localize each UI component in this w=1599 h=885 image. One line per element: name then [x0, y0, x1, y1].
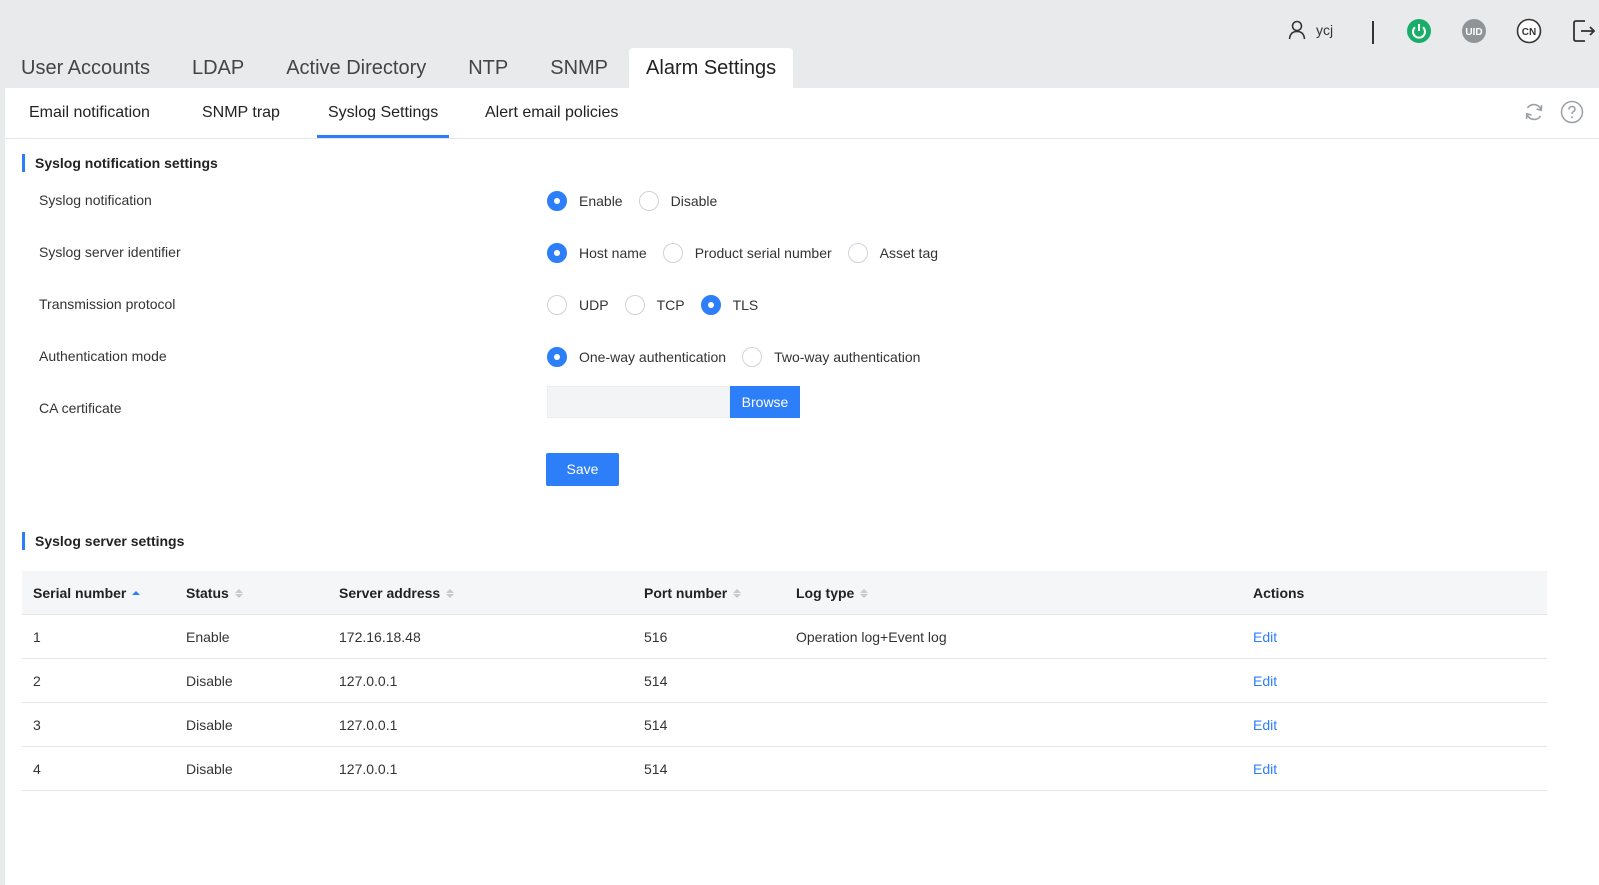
- power-icon[interactable]: [1406, 18, 1432, 44]
- cell-address: 127.0.0.1: [339, 717, 398, 733]
- tab-alarm-settings[interactable]: Alarm Settings: [629, 48, 794, 88]
- user-menu[interactable]: ycj: [1288, 20, 1333, 40]
- radio-dot: [847, 243, 868, 263]
- tab-snmp[interactable]: SNMP: [529, 48, 629, 88]
- server-section-title: Syslog server settings: [22, 532, 184, 550]
- edit-link[interactable]: Edit: [1253, 659, 1277, 703]
- col-log-type[interactable]: Log type: [796, 571, 869, 615]
- syslog-server-table: Serial number Status Server address Port…: [22, 571, 1547, 791]
- edit-link[interactable]: Edit: [1253, 615, 1277, 659]
- radio-two-way-authentication[interactable]: Two-way authentication: [742, 347, 920, 367]
- sort-icon[interactable]: [132, 591, 141, 595]
- subtab-alert-email-policies[interactable]: Alert email policies: [485, 88, 618, 138]
- tab-ldap[interactable]: LDAP: [171, 48, 265, 88]
- notification-section-title: Syslog notification settings: [22, 154, 218, 172]
- svg-text:UID: UID: [1465, 27, 1482, 38]
- tab-active-directory[interactable]: Active Directory: [265, 48, 447, 88]
- top-bar: ycj UID CN: [0, 0, 1599, 48]
- radio-one-way-authentication[interactable]: One-way authentication: [547, 347, 726, 367]
- refresh-icon[interactable]: [1522, 100, 1546, 124]
- radio-dot: [547, 243, 567, 263]
- radio-tls[interactable]: TLS: [700, 295, 758, 315]
- user-icon: [1288, 20, 1306, 40]
- radio-dot: [742, 347, 763, 367]
- cell-port: 514: [644, 673, 668, 689]
- ca-certificate-label: CA certificate: [39, 400, 122, 416]
- transmission-protocol-label: Transmission protocol: [39, 296, 176, 312]
- table-row: 4 Disable 127.0.0.1 514 Edit: [22, 747, 1547, 791]
- radio-dot: [547, 295, 567, 315]
- syslog-notification-radio-group: Enable Disable: [547, 191, 733, 211]
- syslog-notification-label: Syslog notification: [39, 192, 152, 208]
- uid-icon[interactable]: UID: [1461, 18, 1487, 44]
- cell-serial: 4: [33, 761, 41, 777]
- logout-icon[interactable]: [1570, 18, 1596, 44]
- radio-udp[interactable]: UDP: [547, 295, 609, 315]
- table-row: 3 Disable 127.0.0.1 514 Edit: [22, 703, 1547, 747]
- sub-tabs: Email notification SNMP trap Syslog Sett…: [5, 88, 1599, 139]
- cell-serial: 2: [33, 673, 41, 689]
- cell-serial: 1: [33, 629, 41, 645]
- cell-status: Disable: [186, 717, 233, 733]
- cell-log-type: Operation log+Event log: [796, 629, 947, 645]
- radio-dot: [662, 243, 683, 263]
- tab-user-accounts[interactable]: User Accounts: [0, 48, 171, 88]
- radio-host-name[interactable]: Host name: [547, 243, 647, 263]
- username: ycj: [1316, 22, 1334, 38]
- radio-asset-tag[interactable]: Asset tag: [847, 243, 938, 263]
- browse-button[interactable]: Browse: [730, 386, 800, 418]
- cell-port: 516: [644, 629, 668, 645]
- table-row: 2 Disable 127.0.0.1 514 Edit: [22, 659, 1547, 703]
- col-actions: Actions: [1253, 585, 1305, 601]
- subtab-email-notification[interactable]: Email notification: [29, 88, 150, 138]
- col-port-number[interactable]: Port number: [644, 571, 742, 615]
- radio-dot: [624, 295, 645, 315]
- main-tabs: User Accounts LDAP Active Directory NTP …: [0, 48, 794, 88]
- subtab-syslog-settings[interactable]: Syslog Settings: [317, 88, 450, 138]
- sort-icon[interactable]: [860, 588, 869, 598]
- radio-dot: [638, 191, 659, 211]
- radio-enable[interactable]: Enable: [547, 191, 623, 211]
- ca-certificate-input[interactable]: [547, 386, 730, 418]
- edit-link[interactable]: Edit: [1253, 747, 1277, 791]
- col-serial-number[interactable]: Serial number: [33, 571, 141, 615]
- svg-text:CN: CN: [1522, 27, 1536, 38]
- table-header: Serial number Status Server address Port…: [22, 571, 1547, 615]
- cell-status: Disable: [186, 761, 233, 777]
- radio-product-serial-number[interactable]: Product serial number: [662, 243, 832, 263]
- cell-serial: 3: [33, 717, 41, 733]
- cell-status: Enable: [186, 629, 230, 645]
- table-row: 1 Enable 172.16.18.48 516 Operation log+…: [22, 615, 1547, 659]
- divider: [1372, 21, 1374, 44]
- cell-status: Disable: [186, 673, 233, 689]
- help-icon[interactable]: [1560, 100, 1584, 124]
- subtab-snmp-trap[interactable]: SNMP trap: [202, 88, 280, 138]
- transmission-protocol-radio-group: UDP TCP TLS: [547, 295, 774, 315]
- cell-address: 127.0.0.1: [339, 761, 398, 777]
- cell-address: 172.16.18.48: [339, 629, 421, 645]
- sort-icon[interactable]: [234, 588, 243, 598]
- col-status[interactable]: Status: [186, 571, 243, 615]
- radio-tcp[interactable]: TCP: [624, 295, 685, 315]
- edit-link[interactable]: Edit: [1253, 703, 1277, 747]
- authentication-mode-label: Authentication mode: [39, 348, 167, 364]
- radio-dot: [547, 347, 567, 367]
- tab-ntp[interactable]: NTP: [447, 48, 529, 88]
- save-button[interactable]: Save: [546, 453, 619, 486]
- cell-port: 514: [644, 717, 668, 733]
- radio-dot: [700, 295, 721, 315]
- cell-address: 127.0.0.1: [339, 673, 398, 689]
- language-cn-icon[interactable]: CN: [1516, 18, 1542, 44]
- server-identifier-label: Syslog server identifier: [39, 244, 181, 260]
- radio-dot: [547, 191, 567, 211]
- authentication-mode-radio-group: One-way authentication Two-way authentic…: [547, 347, 936, 367]
- sort-icon[interactable]: [733, 588, 742, 598]
- content-panel: Email notification SNMP trap Syslog Sett…: [5, 88, 1599, 885]
- radio-disable[interactable]: Disable: [638, 191, 717, 211]
- cell-port: 514: [644, 761, 668, 777]
- col-server-address[interactable]: Server address: [339, 571, 455, 615]
- sort-icon[interactable]: [446, 588, 455, 598]
- server-identifier-radio-group: Host name Product serial number Asset ta…: [547, 243, 954, 263]
